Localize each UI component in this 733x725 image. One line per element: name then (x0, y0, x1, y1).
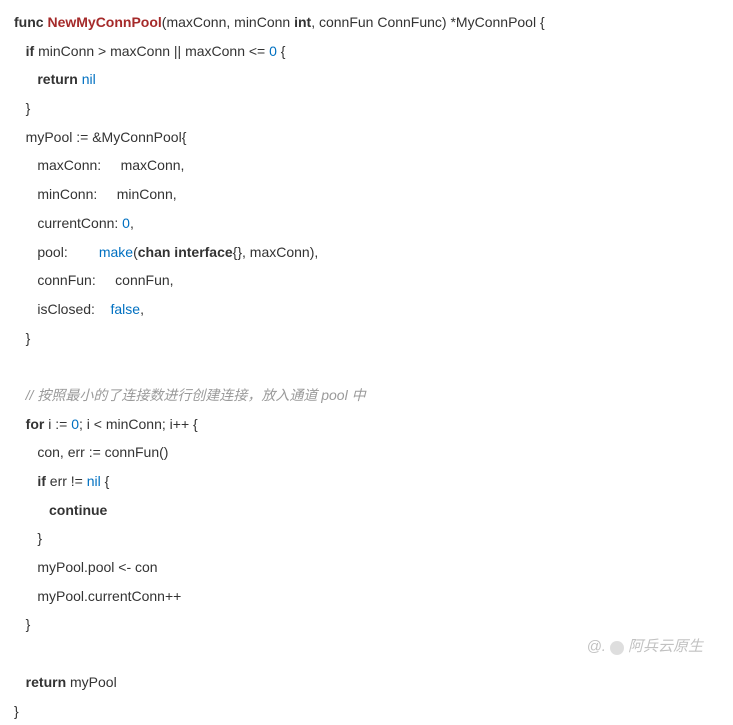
code-line: // 按照最小的了连接数进行创建连接，放入通道 pool 中 (14, 381, 719, 410)
code-token: minConn: minConn, (37, 186, 176, 202)
code-token: , connFun ConnFunc) *MyConnPool { (311, 14, 544, 30)
code-token: con, err := connFun() (37, 444, 168, 460)
code-token: currentConn: (37, 215, 122, 231)
watermark: @. 阿兵云原生 (587, 632, 703, 663)
code-token: } (37, 530, 42, 546)
code-line: if err != nil { (14, 467, 719, 496)
code-token: (maxConn, minConn (162, 14, 294, 30)
code-token: connFun: connFun, (37, 272, 173, 288)
code-token: myPool.pool <- con (37, 559, 157, 575)
code-token: 0 (71, 416, 79, 432)
code-line: myPool.pool <- con (14, 553, 719, 582)
code-line: con, err := connFun() (14, 438, 719, 467)
code-token: minConn > maxConn || maxConn <= (34, 43, 269, 59)
code-token: } (26, 330, 31, 346)
code-line: } (14, 324, 719, 353)
code-line: myPool := &MyConnPool{ (14, 123, 719, 152)
code-token: nil (82, 71, 96, 87)
code-token: return (37, 71, 81, 87)
code-token: myPool (66, 674, 117, 690)
code-line: pool: make(chan interface{}, maxConn), (14, 238, 719, 267)
code-token: maxConn: maxConn, (37, 157, 184, 173)
code-token (14, 645, 18, 661)
code-token: isClosed: (37, 301, 110, 317)
code-token: for (26, 416, 45, 432)
code-token: make (99, 244, 133, 260)
code-line: } (14, 697, 719, 725)
code-token: func (14, 14, 47, 30)
code-line: minConn: minConn, (14, 180, 719, 209)
code-token: if (26, 43, 35, 59)
code-token: myPool := &MyConnPool{ (26, 129, 187, 145)
code-line: connFun: connFun, (14, 266, 719, 295)
code-token: i := (44, 416, 71, 432)
code-token: , (140, 301, 144, 317)
code-token: { (101, 473, 110, 489)
code-line: } (14, 94, 719, 123)
code-token: nil (87, 473, 101, 489)
code-line: isClosed: false, (14, 295, 719, 324)
code-token: ; i < minConn; i++ { (79, 416, 198, 432)
watermark-prefix: @. (587, 632, 606, 663)
code-line: maxConn: maxConn, (14, 151, 719, 180)
code-token: false (110, 301, 140, 317)
code-token: } (14, 703, 19, 719)
code-token: // 按照最小的了连接数进行创建连接，放入通道 pool 中 (26, 387, 366, 403)
code-token: } (26, 100, 31, 116)
wechat-icon (610, 641, 624, 655)
code-line: return myPool (14, 668, 719, 697)
code-line: return nil (14, 65, 719, 94)
code-token: myPool.currentConn++ (37, 588, 181, 604)
code-line: for i := 0; i < minConn; i++ { (14, 410, 719, 439)
code-token: 0 (122, 215, 130, 231)
code-line: currentConn: 0, (14, 209, 719, 238)
code-token: continue (49, 502, 107, 518)
code-line: func NewMyConnPool(maxConn, minConn int,… (14, 8, 719, 37)
code-token: { (277, 43, 286, 59)
code-token: {}, maxConn), (233, 244, 319, 260)
code-line: if minConn > maxConn || maxConn <= 0 { (14, 37, 719, 66)
code-token: NewMyConnPool (47, 14, 161, 30)
code-token: } (26, 616, 31, 632)
code-line: continue (14, 496, 719, 525)
code-token: 0 (269, 43, 277, 59)
code-block: func NewMyConnPool(maxConn, minConn int,… (14, 8, 719, 725)
code-line (14, 352, 719, 381)
code-token: int (294, 14, 311, 30)
code-line: myPool.currentConn++ (14, 582, 719, 611)
code-token: pool: (37, 244, 98, 260)
code-token: err != (46, 473, 87, 489)
code-token: chan interface (138, 244, 233, 260)
code-token: if (37, 473, 46, 489)
code-token: return (26, 674, 66, 690)
code-token: , (130, 215, 134, 231)
code-token (14, 358, 18, 374)
code-line: } (14, 524, 719, 553)
watermark-text: 阿兵云原生 (628, 632, 703, 663)
